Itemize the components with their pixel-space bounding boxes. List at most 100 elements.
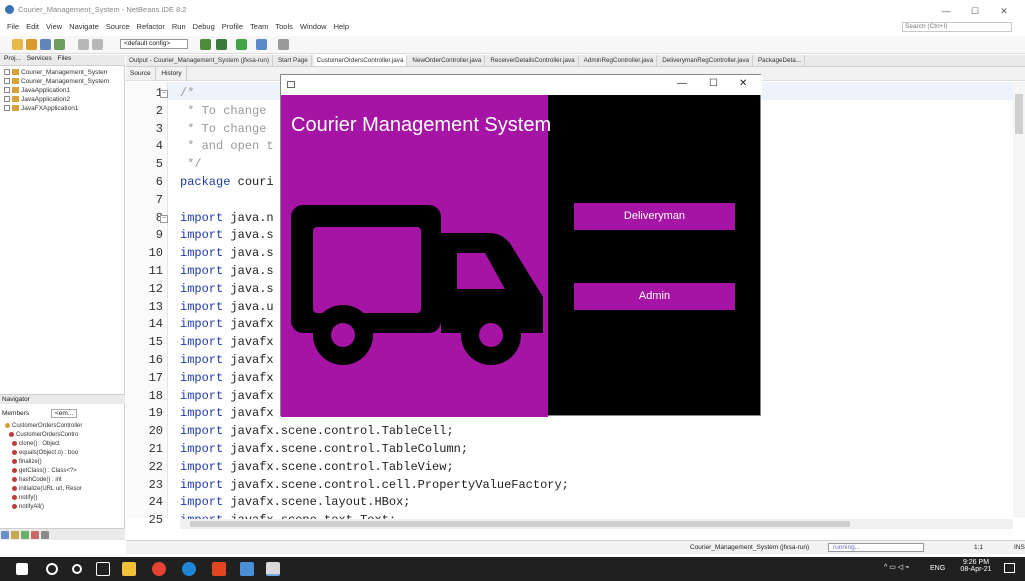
editor-tabs: Output - Courier_Management_System (jfxs…	[126, 55, 1025, 67]
language-indicator[interactable]: ENG	[930, 565, 945, 572]
menu-item[interactable]: Help	[334, 22, 349, 31]
caret-position: 1:1	[974, 544, 984, 551]
maximize-button[interactable]: ☐	[964, 3, 986, 19]
clean-build-icon[interactable]	[216, 39, 227, 50]
line-number: 13	[148, 299, 163, 314]
tab-admin-reg[interactable]: AdminRegController.java	[581, 55, 658, 66]
navigator-member[interactable]: CustomerOrdersController	[5, 423, 82, 429]
fold-toggle-icon[interactable]: −	[160, 214, 168, 223]
menu-item[interactable]: Run	[172, 22, 186, 31]
navigator-member[interactable]: notify()	[12, 495, 37, 501]
menu-item[interactable]: Tools	[275, 22, 293, 31]
horizontal-scrollbar[interactable]	[180, 519, 1013, 529]
edge-icon[interactable]	[182, 562, 196, 576]
tab-receiver-details[interactable]: ReceiverDetailsController.java	[487, 55, 579, 66]
javafx-window: — ☐ ✕ Courier Management System Delivery…	[280, 74, 762, 417]
projects-tabs: Proj... Services Files	[0, 55, 125, 66]
navigator-member[interactable]: getClass() : Class<?>	[12, 468, 77, 474]
debug-icon[interactable]	[256, 39, 267, 50]
office-icon[interactable]	[212, 562, 226, 576]
chrome-icon[interactable]	[152, 562, 166, 576]
menu-item[interactable]: Debug	[193, 22, 215, 31]
tab-services[interactable]: Services	[27, 55, 52, 62]
code-line: */	[180, 157, 202, 172]
line-number: 3	[155, 121, 163, 136]
member-icon	[12, 504, 17, 509]
search-icon[interactable]	[46, 563, 58, 575]
tab-new-order[interactable]: NewOrderController.java	[409, 55, 486, 66]
menu-item[interactable]: File	[7, 22, 19, 31]
tree-item[interactable]: JavaApplication2	[4, 96, 70, 103]
code-line: import javafx.scene.control.cell.Propert…	[180, 477, 569, 492]
cortana-icon[interactable]	[72, 564, 82, 574]
tab-package-details[interactable]: PackageDeta...	[755, 55, 806, 66]
virtualbox-icon[interactable]	[240, 562, 254, 576]
navigator-member[interactable]: equals(Object o) : boo	[12, 450, 78, 456]
undo-icon[interactable]	[78, 39, 89, 50]
close-button[interactable]: ✕	[993, 3, 1015, 19]
menu-item[interactable]: Window	[300, 22, 327, 31]
clock[interactable]: 9:26 PM 08-Apr-21	[958, 559, 994, 573]
build-icon[interactable]	[200, 39, 211, 50]
menu-item[interactable]: Navigate	[69, 22, 99, 31]
line-number: 17	[148, 370, 163, 385]
navigator-member[interactable]: CustomerOrdersContro	[9, 432, 78, 438]
file-explorer-icon[interactable]	[122, 562, 136, 576]
tree-item[interactable]: JavaFXApplication1	[4, 105, 78, 112]
tree-item[interactable]: Courier_Management_System	[4, 78, 109, 85]
navigator-member[interactable]: clone() : Object	[12, 441, 60, 447]
history-tab[interactable]: History	[157, 67, 187, 81]
menu-item[interactable]: Edit	[26, 22, 39, 31]
navigator-header: Navigator	[0, 394, 125, 404]
vertical-scrollbar[interactable]	[1013, 82, 1025, 518]
menu-item[interactable]: View	[46, 22, 62, 31]
line-number: 4	[155, 139, 163, 154]
save-all-icon[interactable]	[54, 39, 65, 50]
tab-output[interactable]: Output - Courier_Management_System (jfxs…	[126, 55, 273, 66]
new-project-icon[interactable]	[12, 39, 23, 50]
fx-maximize-button[interactable]: ☐	[709, 78, 718, 89]
open-project-icon[interactable]	[40, 39, 51, 50]
code-line: import javafx.scene.layout.HBox;	[180, 495, 411, 510]
java-app-icon[interactable]	[266, 562, 280, 576]
new-file-icon[interactable]	[26, 39, 37, 50]
tab-files[interactable]: Files	[58, 55, 72, 62]
task-view-icon[interactable]	[96, 562, 110, 576]
notification-icon[interactable]	[1004, 563, 1015, 573]
member-icon	[12, 441, 17, 446]
menu-item[interactable]: Profile	[222, 22, 243, 31]
fx-close-button[interactable]: ✕	[739, 78, 747, 89]
admin-button[interactable]: Admin	[574, 283, 735, 310]
profile-icon[interactable]	[278, 39, 289, 50]
redo-icon[interactable]	[92, 39, 103, 50]
members-filter[interactable]: Members <em...	[0, 407, 125, 420]
tree-item[interactable]: JavaApplication1	[4, 87, 70, 94]
fold-toggle-icon[interactable]: −	[160, 90, 168, 98]
search-input[interactable]: Search (Ctrl+I)	[902, 22, 1012, 32]
navigator-member[interactable]: initialize(URL url, Resor	[12, 486, 82, 492]
tray-icons[interactable]: ^ ▭ ◁ ⌁	[884, 563, 909, 571]
menu-item[interactable]: Refactor	[137, 22, 165, 31]
windows-start-icon[interactable]	[16, 563, 28, 575]
member-icon	[12, 459, 17, 464]
navigator-member[interactable]: notifyAll()	[12, 504, 44, 510]
source-tab[interactable]: Source	[126, 67, 156, 81]
menu-item[interactable]: Source	[106, 22, 130, 31]
tree-item[interactable]: Courier_Management_Systen	[4, 69, 107, 76]
navigator-member[interactable]: finalize()	[12, 459, 42, 465]
tab-customer-orders[interactable]: CustomerOrdersController.java	[313, 55, 408, 66]
tab-projects[interactable]: Proj...	[4, 55, 21, 62]
app-title: Courier Management System	[291, 114, 552, 136]
fx-minimize-button[interactable]: —	[677, 78, 687, 89]
menu-item[interactable]: Team	[250, 22, 268, 31]
tab-deliveryman-reg[interactable]: DeliverymanRegController.java	[659, 55, 754, 66]
deliveryman-button[interactable]: Deliveryman	[574, 203, 735, 230]
navigator-member[interactable]: hashCode() : int	[12, 477, 62, 483]
minimize-button[interactable]: —	[935, 3, 957, 19]
code-line: package couri	[180, 175, 274, 189]
config-select[interactable]: <default config>	[120, 39, 188, 49]
tab-start-page[interactable]: Start Page	[275, 55, 312, 66]
line-number: 10	[148, 246, 163, 261]
line-number: 5	[155, 157, 163, 172]
run-icon[interactable]	[236, 39, 247, 50]
